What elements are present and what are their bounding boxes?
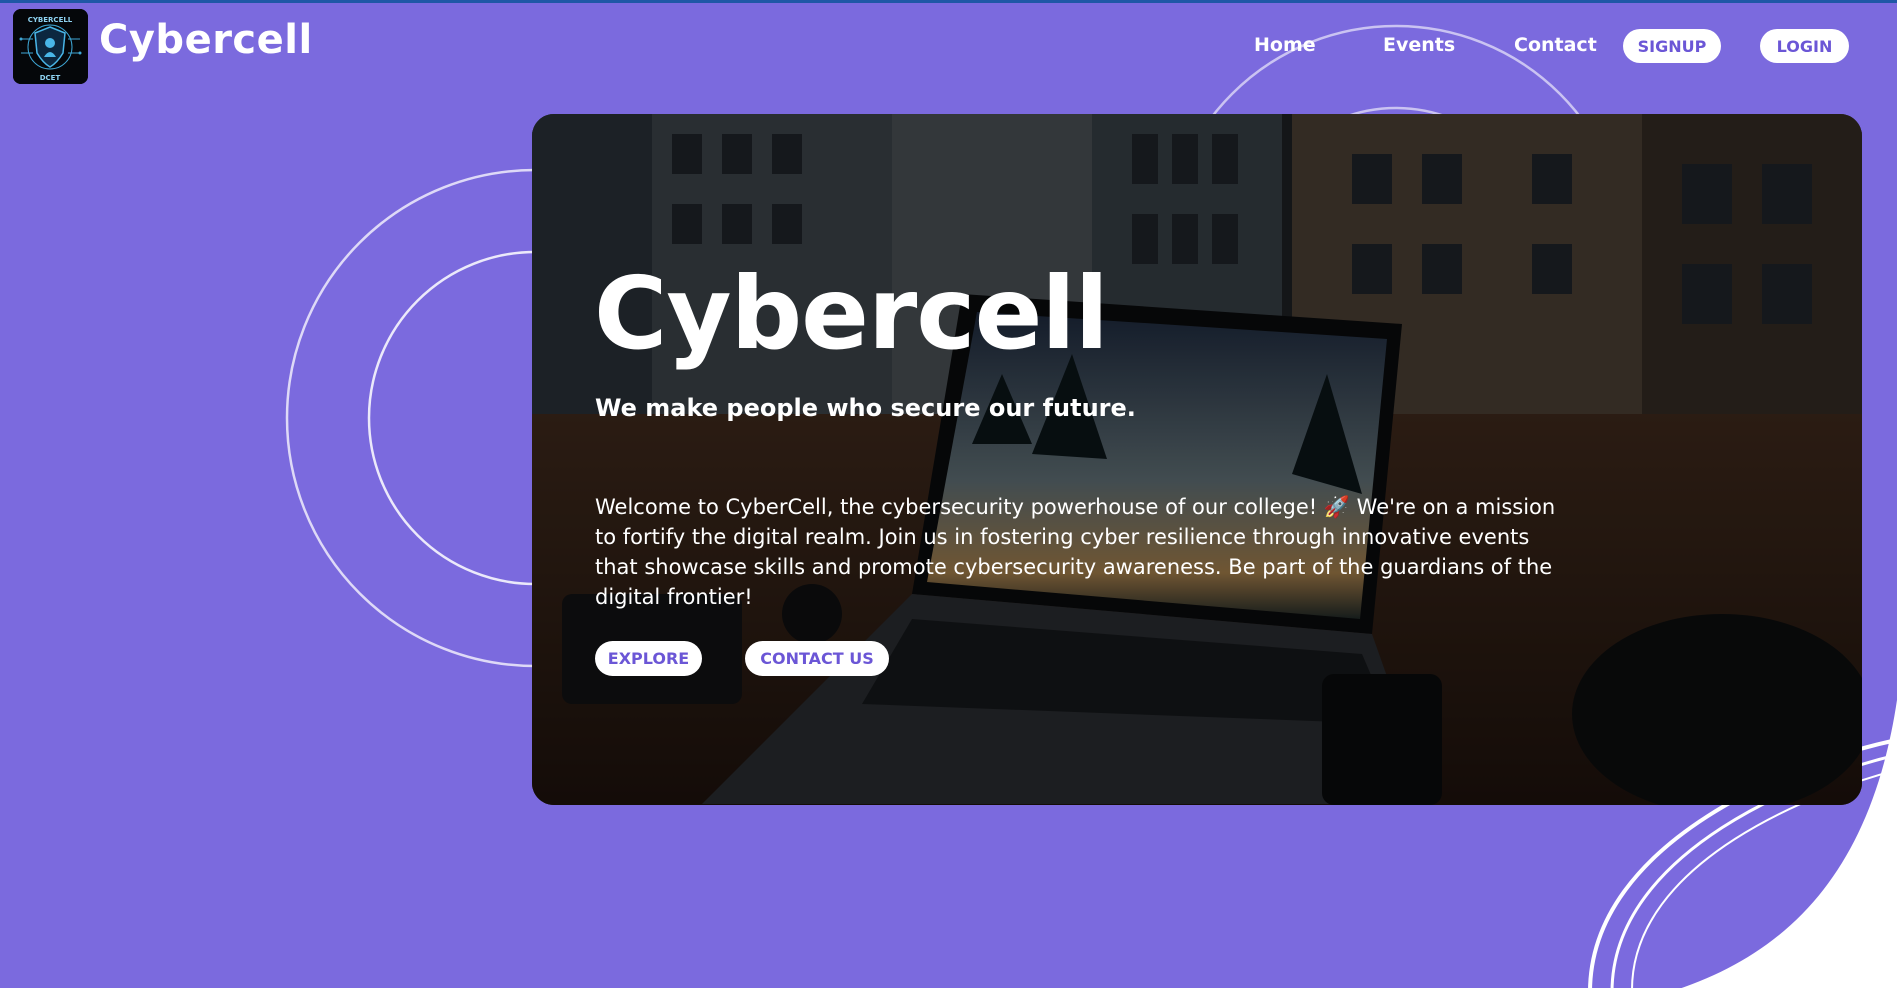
hero-title: Cybercell [594,255,1109,372]
login-button[interactable]: LOGIN [1760,29,1849,63]
bottom-strip [0,988,1897,992]
nav-home-link[interactable]: Home [1254,36,1316,55]
cybercell-shield-icon: CYBERCELL DCET [13,9,88,84]
svg-text:DCET: DCET [40,74,61,82]
contact-us-button[interactable]: CONTACT US [745,641,889,676]
hero-description: Welcome to CyberCell, the cybersecurity … [595,495,1556,609]
brand-name[interactable]: Cybercell [99,20,313,60]
nav-events-link[interactable]: Events [1383,36,1455,55]
svg-text:CYBERCELL: CYBERCELL [28,16,73,24]
laptop-desk-photo-icon [532,114,1862,805]
explore-button[interactable]: EXPLORE [595,641,702,676]
signup-button[interactable]: SIGNUP [1623,29,1721,63]
hero-subtitle: We make people who secure our future. [595,394,1136,422]
hero-section: Cybercell We make people who secure our … [532,114,1862,805]
nav-contact-link[interactable]: Contact [1514,36,1597,55]
top-border [0,0,1897,3]
cybercell-logo[interactable]: CYBERCELL DCET [13,9,88,84]
